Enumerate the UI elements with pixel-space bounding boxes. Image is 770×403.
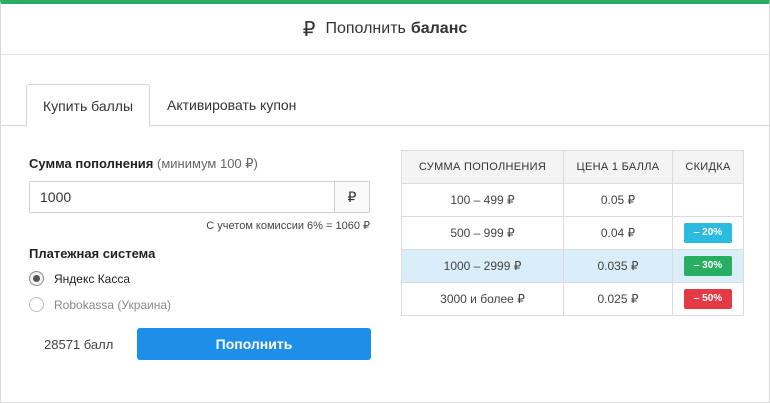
amount-label: Сумма пополнения — [29, 156, 154, 171]
amount-hint: (минимум 100 ₽) — [157, 156, 258, 171]
row-discount: – 30% — [672, 249, 744, 283]
ruble-addon-icon: ₽ — [334, 182, 369, 212]
discount-badge: – 20% — [684, 223, 732, 243]
row-range: 1000 – 2999 ₽ — [401, 249, 564, 283]
table-row: 100 – 499 ₽ 0.05 ₽ — [401, 183, 744, 217]
modal-header: ₽ Пополнить баланс — [1, 4, 769, 55]
row-range: 100 – 499 ₽ — [401, 183, 564, 217]
row-range: 3000 и более ₽ — [401, 282, 564, 316]
ruble-icon: ₽ — [302, 18, 316, 41]
tab-buy-points[interactable]: Купить баллы — [26, 84, 150, 127]
points-total: 28571 балл — [44, 336, 114, 352]
row-price: 0.04 ₽ — [563, 216, 673, 250]
row-discount-empty — [672, 183, 744, 217]
topup-form: Сумма пополнения (минимум 100 ₽) ₽ С уче… — [29, 156, 372, 313]
tabs-bar: Купить баллы Активировать купон — [1, 84, 769, 127]
column-header-discount: СКИДКА — [672, 150, 744, 184]
table-row-selected: 1000 – 2999 ₽ 0.035 ₽ – 30% — [401, 249, 744, 283]
topup-modal: ₽ Пополнить баланс Купить баллы Активиро… — [0, 0, 770, 403]
amount-label-wrap: Сумма пополнения (минимум 100 ₽) — [29, 156, 372, 172]
discount-badge: – 50% — [684, 289, 732, 309]
row-discount: – 20% — [672, 216, 744, 250]
payment-option-robokassa[interactable]: Robokassa (Украина) — [29, 296, 372, 313]
column-header-amount: СУММА ПОПОЛНЕНИЯ — [401, 150, 564, 184]
payment-option-label: Яндекс Касса — [54, 271, 131, 286]
submit-row: 28571 балл Пополнить — [44, 328, 372, 360]
radio-checked-icon[interactable] — [29, 271, 44, 286]
discount-badge: – 30% — [684, 256, 732, 276]
pricing-table: СУММА ПОПОЛНЕНИЯ ЦЕНА 1 БАЛЛА СКИДКА 100… — [401, 150, 744, 316]
row-discount: – 50% — [672, 282, 744, 316]
topup-submit-button[interactable]: Пополнить — [137, 328, 371, 360]
payment-system-label: Платежная система — [29, 246, 156, 261]
payment-option-yandex[interactable]: Яндекс Касса — [29, 270, 372, 287]
row-range: 500 – 999 ₽ — [401, 216, 564, 250]
amount-input[interactable] — [30, 182, 334, 212]
amount-input-group: ₽ — [29, 181, 370, 213]
table-header-row: СУММА ПОПОЛНЕНИЯ ЦЕНА 1 БАЛЛА СКИДКА — [401, 150, 744, 184]
row-price: 0.05 ₽ — [563, 183, 673, 217]
table-row: 3000 и более ₽ 0.025 ₽ – 50% — [401, 282, 744, 316]
row-price: 0.025 ₽ — [563, 282, 673, 316]
radio-unchecked-icon[interactable] — [29, 297, 44, 312]
modal-title-bold: баланс — [410, 20, 468, 37]
row-price: 0.035 ₽ — [563, 249, 673, 283]
commission-note: С учетом комиссии 6% = 1060 ₽ — [206, 220, 370, 232]
payment-option-label: Robokassa (Украина) — [54, 297, 172, 312]
modal-title-prefix: Пополнить — [325, 20, 406, 37]
table-row: 500 – 999 ₽ 0.04 ₽ – 20% — [401, 216, 744, 250]
column-header-price: ЦЕНА 1 БАЛЛА — [563, 150, 673, 184]
tab-activate-coupon[interactable]: Активировать купон — [167, 84, 296, 126]
